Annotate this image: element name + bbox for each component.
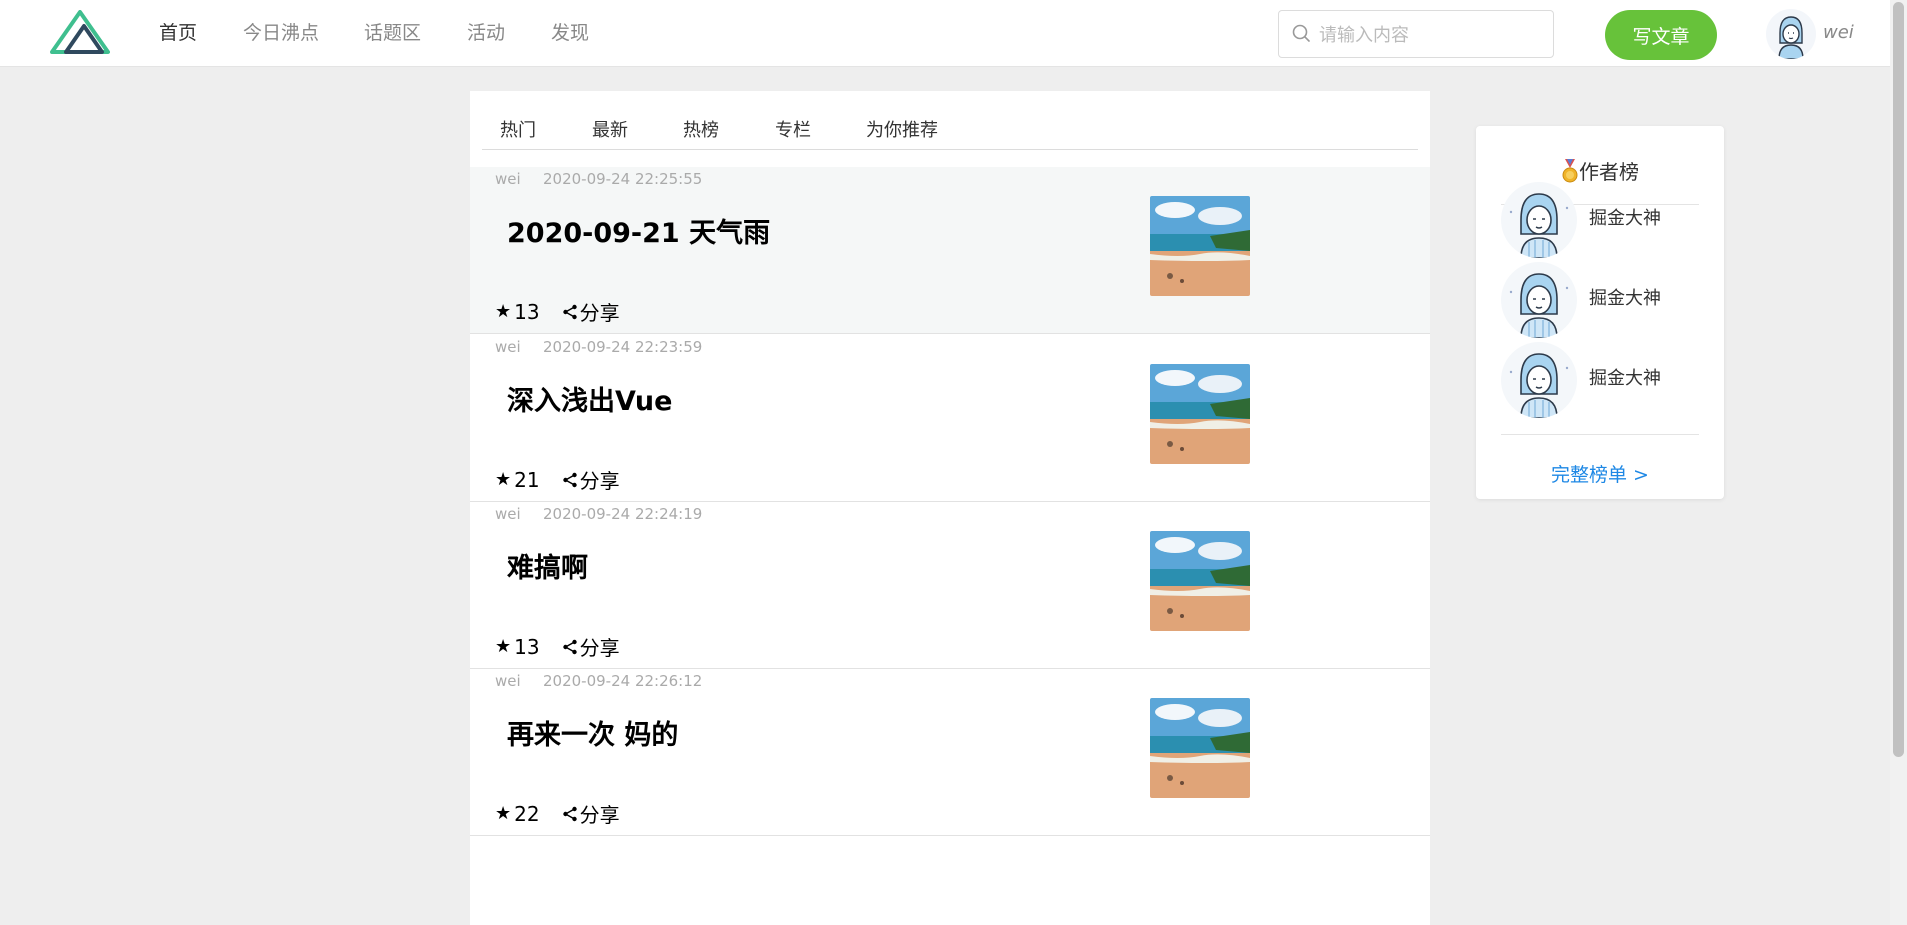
article-item[interactable]: wei 2020-09-24 22:26:12 再来一次 妈的 ★ 22 分享 bbox=[470, 669, 1430, 836]
article-author[interactable]: wei bbox=[495, 505, 521, 523]
article-item[interactable]: wei 2020-09-24 22:23:59 深入浅出Vue ★ 21 分享 bbox=[470, 335, 1430, 502]
article-feed: 热门 最新 热榜 专栏 为你推荐 wei 2020-09-24 22:25:55… bbox=[470, 91, 1430, 925]
article-thumbnail[interactable] bbox=[1150, 531, 1250, 631]
author-row[interactable]: 掘金大神 bbox=[1501, 342, 1701, 418]
article-time: 2020-09-24 22:25:55 bbox=[543, 170, 703, 188]
article-author[interactable]: wei bbox=[495, 672, 521, 690]
article-author[interactable]: wei bbox=[495, 170, 521, 188]
article-time: 2020-09-24 22:26:12 bbox=[543, 672, 703, 690]
tab-recommended[interactable]: 为你推荐 bbox=[866, 116, 938, 142]
star-icon[interactable]: ★ bbox=[495, 469, 511, 490]
write-article-button[interactable]: 写文章 bbox=[1605, 10, 1717, 60]
tab-latest[interactable]: 最新 bbox=[592, 116, 628, 142]
article-stats: ★ 22 分享 bbox=[495, 799, 620, 828]
share-icon bbox=[562, 472, 577, 487]
star-count: 21 bbox=[514, 467, 540, 492]
author-name[interactable]: 掘金大神 bbox=[1589, 364, 1661, 390]
article-title[interactable]: 2020-09-21 天气雨 bbox=[507, 211, 770, 250]
author-row[interactable]: 掘金大神 bbox=[1501, 262, 1701, 338]
scrollbar-thumb[interactable] bbox=[1893, 2, 1904, 757]
user-avatar[interactable] bbox=[1766, 9, 1816, 59]
nav-home[interactable]: 首页 bbox=[159, 20, 197, 46]
author-name[interactable]: 掘金大神 bbox=[1589, 284, 1661, 310]
author-name[interactable]: 掘金大神 bbox=[1589, 204, 1661, 230]
search-icon bbox=[1292, 24, 1310, 42]
share-icon bbox=[562, 639, 577, 654]
search-box[interactable] bbox=[1278, 10, 1554, 58]
search-input[interactable] bbox=[1317, 19, 1546, 51]
feed-tabs: 热门 最新 热榜 专栏 为你推荐 bbox=[482, 91, 1418, 150]
nav-events[interactable]: 活动 bbox=[467, 20, 505, 46]
share-button[interactable]: 分享 bbox=[562, 465, 620, 494]
star-icon[interactable]: ★ bbox=[495, 636, 511, 657]
nav-discover[interactable]: 发现 bbox=[551, 20, 589, 46]
star-count: 13 bbox=[514, 634, 540, 659]
page-scrollbar[interactable] bbox=[1890, 0, 1907, 925]
star-icon[interactable]: ★ bbox=[495, 803, 511, 824]
share-icon bbox=[562, 304, 577, 319]
star-count: 13 bbox=[514, 299, 540, 324]
share-icon bbox=[562, 806, 577, 821]
avatar-icon bbox=[1509, 273, 1569, 338]
share-label: 分享 bbox=[579, 469, 620, 493]
tab-columns[interactable]: 专栏 bbox=[775, 116, 811, 142]
author-avatar[interactable] bbox=[1501, 262, 1577, 338]
article-title[interactable]: 难搞啊 bbox=[507, 546, 588, 585]
star-count: 22 bbox=[514, 801, 540, 826]
star-icon[interactable]: ★ bbox=[495, 301, 511, 322]
article-time: 2020-09-24 22:24:19 bbox=[543, 505, 703, 523]
nav-today-hot[interactable]: 今日沸点 bbox=[243, 20, 319, 46]
article-time: 2020-09-24 22:23:59 bbox=[543, 338, 703, 356]
author-avatar[interactable] bbox=[1501, 182, 1577, 258]
article-item[interactable]: wei 2020-09-24 22:24:19 难搞啊 ★ 13 分享 bbox=[470, 502, 1430, 669]
user-name[interactable]: wei bbox=[1823, 22, 1854, 43]
article-stats: ★ 13 分享 bbox=[495, 632, 620, 661]
article-thumbnail[interactable] bbox=[1150, 698, 1250, 798]
author-row[interactable]: 掘金大神 bbox=[1501, 182, 1701, 258]
author-ranking-card: 作者榜 掘金大神 掘金大神 掘金大神 完整榜单 > bbox=[1476, 126, 1724, 499]
share-button[interactable]: 分享 bbox=[562, 632, 620, 661]
share-label: 分享 bbox=[579, 803, 620, 827]
avatar-icon bbox=[1509, 193, 1569, 258]
avatar-icon bbox=[1778, 16, 1804, 59]
nav-topics[interactable]: 话题区 bbox=[364, 20, 421, 46]
divider bbox=[1501, 434, 1699, 435]
tab-hot[interactable]: 热门 bbox=[500, 116, 536, 142]
share-label: 分享 bbox=[579, 301, 620, 325]
article-thumbnail[interactable] bbox=[1150, 196, 1250, 296]
share-label: 分享 bbox=[579, 636, 620, 660]
article-title[interactable]: 深入浅出Vue bbox=[507, 379, 672, 418]
article-stats: ★ 21 分享 bbox=[495, 465, 620, 494]
article-item[interactable]: wei 2020-09-24 22:25:55 2020-09-21 天气雨 ★… bbox=[470, 167, 1430, 334]
avatar-icon bbox=[1509, 353, 1569, 418]
author-ranking-label: 作者榜 bbox=[1579, 160, 1639, 184]
logo-icon[interactable] bbox=[50, 10, 110, 54]
medal-icon bbox=[1562, 159, 1578, 183]
author-avatar[interactable] bbox=[1501, 342, 1577, 418]
top-header: 首页 今日沸点 话题区 活动 发现 写文章 wei bbox=[0, 0, 1890, 67]
share-button[interactable]: 分享 bbox=[562, 799, 620, 828]
article-author[interactable]: wei bbox=[495, 338, 521, 356]
tab-ranking[interactable]: 热榜 bbox=[683, 116, 719, 142]
article-title[interactable]: 再来一次 妈的 bbox=[507, 713, 678, 752]
article-thumbnail[interactable] bbox=[1150, 364, 1250, 464]
full-ranking-link[interactable]: 完整榜单 > bbox=[1476, 460, 1724, 487]
article-stats: ★ 13 分享 bbox=[495, 297, 620, 326]
share-button[interactable]: 分享 bbox=[562, 297, 620, 326]
